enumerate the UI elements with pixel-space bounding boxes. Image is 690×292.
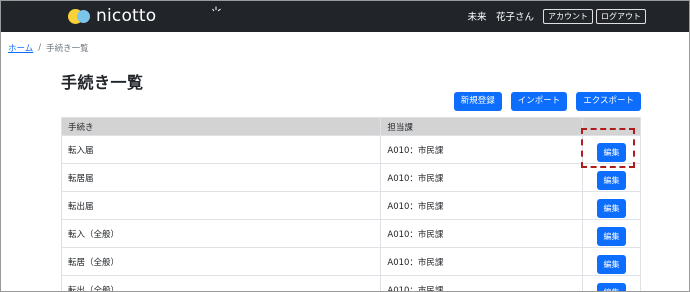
logout-button[interactable]: ログアウト [596,8,646,24]
breadcrumb-separator: / [38,43,42,53]
table-row: 転居（全般） A010：市民課 編集 [60,247,641,276]
account-button[interactable]: アカウント [543,8,593,24]
edit-button[interactable]: 編集 [597,199,627,218]
table-row: 転出（全般） A010：市民課 編集 [60,275,641,292]
action-toolbar: 新規登録 インポート エクスポート [445,92,641,111]
department-cell: A010：市民課 [380,219,584,248]
procedure-cell: 転居（全般） [60,247,382,276]
table-row: 転出届 A010：市民課 編集 [60,191,641,220]
edit-button[interactable]: 編集 [597,171,627,190]
top-navbar: nicotto 未来 花子さん アカウント ログアウト [0,0,690,32]
import-button[interactable]: インポート [510,92,568,111]
department-cell: A010：市民課 [380,135,584,164]
actions-cell: 編集 [582,247,641,276]
column-header-actions [582,117,641,136]
actions-cell: 編集 [582,275,641,292]
actions-cell: 編集 [582,135,641,164]
department-cell: A010：市民課 [380,163,584,192]
actions-cell: 編集 [582,163,641,192]
column-header-department: 担当課 [380,117,584,136]
column-header-procedure: 手続き [60,117,382,136]
table-row: 転入届 A010：市民課 編集 [60,135,641,164]
export-button[interactable]: エクスポート [576,92,641,111]
table-header-row: 手続き 担当課 [60,117,641,136]
procedures-table: 手続き 担当課 転入届 A010：市民課 編集 転居届 A010：市民課 編集 … [60,117,641,292]
procedure-cell: 転入届 [60,135,382,164]
user-name: 未来 花子さん [467,12,534,23]
logo-circles-icon [68,6,94,26]
logo-text: nicotto [96,6,157,26]
procedure-cell: 転出届 [60,191,382,220]
sparkle-icon [212,6,221,12]
actions-cell: 編集 [582,219,641,248]
new-registration-button[interactable]: 新規登録 [453,92,502,111]
procedure-cell: 転居届 [60,163,382,192]
department-cell: A010：市民課 [380,247,584,276]
edit-button[interactable]: 編集 [597,255,627,274]
table-row: 転入（全般） A010：市民課 編集 [60,219,641,248]
procedure-cell: 転出（全般） [60,275,382,292]
edit-button[interactable]: 編集 [597,283,627,292]
actions-cell: 編集 [582,191,641,220]
breadcrumb: ホーム / 手続き一覧 [8,42,89,54]
edit-button[interactable]: 編集 [597,143,627,162]
table-row: 転居届 A010：市民課 編集 [60,163,641,192]
procedure-cell: 転入（全般） [60,219,382,248]
breadcrumb-current: 手続き一覧 [46,44,89,54]
department-cell: A010：市民課 [380,275,584,292]
department-cell: A010：市民課 [380,191,584,220]
user-menu: 未来 花子さん アカウント ログアウト [467,8,646,24]
page-title: 手続き一覧 [61,73,144,92]
breadcrumb-home-link[interactable]: ホーム [8,42,33,54]
nicotto-logo[interactable]: nicotto [68,5,221,27]
edit-button[interactable]: 編集 [597,227,627,246]
